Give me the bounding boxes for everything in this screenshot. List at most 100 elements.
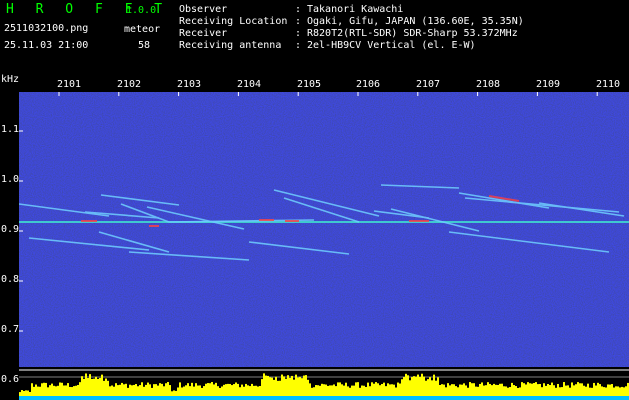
- info-key: Observer: [179, 4, 228, 15]
- activity-bar: [193, 386, 195, 396]
- activity-bar: [321, 383, 323, 396]
- activity-bar: [569, 387, 571, 396]
- activity-bar: [165, 383, 167, 396]
- activity-bar: [443, 384, 445, 396]
- activity-bar: [331, 385, 333, 396]
- activity-bar: [69, 386, 71, 396]
- activity-bar: [615, 386, 617, 396]
- activity-bar: [217, 386, 219, 396]
- activity-bar: [435, 380, 437, 396]
- activity-bar: [151, 387, 153, 396]
- activity-bar: [349, 387, 351, 396]
- activity-bar: [197, 385, 199, 396]
- activity-bar: [25, 390, 27, 396]
- activity-bar: [317, 385, 319, 396]
- activity-bar: [511, 382, 513, 396]
- activity-bar: [327, 385, 329, 396]
- activity-bar: [623, 387, 625, 396]
- activity-bar: [385, 386, 387, 396]
- activity-bar: [491, 385, 493, 396]
- activity-bar: [619, 387, 621, 396]
- activity-bar: [47, 387, 49, 396]
- activity-bar: [157, 385, 159, 396]
- activity-bar: [513, 385, 515, 396]
- activity-bar: [333, 384, 335, 396]
- activity-bar: [303, 375, 305, 396]
- activity-bar: [571, 382, 573, 396]
- activity-bar: [283, 376, 285, 396]
- activity-bar: [505, 386, 507, 396]
- activity-bar: [533, 383, 535, 396]
- activity-bar: [551, 382, 553, 396]
- activity-bar: [203, 386, 205, 396]
- activity-bar: [365, 386, 367, 396]
- activity-bar: [465, 385, 467, 396]
- activity-bar: [309, 383, 311, 396]
- activity-bar: [335, 386, 337, 396]
- activity-bar: [617, 386, 619, 396]
- activity-bar: [315, 385, 317, 396]
- activity-bar: [563, 382, 565, 396]
- activity-bar: [233, 384, 235, 396]
- activity-bar: [547, 383, 549, 396]
- info-value: Takanori Kawachi: [307, 4, 404, 15]
- activity-bar: [541, 387, 543, 396]
- activity-bar: [523, 383, 525, 396]
- activity-bar: [49, 385, 51, 396]
- activity-bar: [537, 384, 539, 396]
- spectrogram-plot[interactable]: [19, 92, 629, 400]
- activity-bar: [93, 378, 95, 396]
- x-tick-label: 2104: [237, 79, 262, 90]
- activity-bar: [255, 385, 257, 396]
- info-separator: :: [295, 4, 302, 15]
- activity-bar: [549, 385, 551, 396]
- activity-bar: [139, 385, 141, 396]
- activity-bar: [105, 378, 107, 396]
- activity-bar: [363, 385, 365, 396]
- activity-bar: [195, 383, 197, 396]
- activity-bar: [221, 386, 223, 396]
- activity-bar: [599, 384, 601, 396]
- activity-bar: [161, 383, 163, 396]
- activity-bar: [259, 386, 261, 396]
- activity-bar: [431, 380, 433, 396]
- info-separator: :: [295, 16, 302, 27]
- activity-bar: [111, 385, 113, 396]
- header: H R O F F T 1.0.0 2511032100.png meteor …: [0, 0, 629, 72]
- activity-bar: [215, 382, 217, 396]
- activity-bar: [453, 384, 455, 396]
- y-tick-label: 0.7: [1, 324, 20, 335]
- activity-bar: [41, 383, 43, 396]
- info-key: Receiving Location: [179, 16, 288, 27]
- x-tick-label: 2105: [297, 79, 322, 90]
- activity-bar: [223, 384, 225, 396]
- activity-bar: [389, 384, 391, 396]
- activity-bar: [173, 390, 175, 396]
- activity-bar: [229, 383, 231, 396]
- activity-bar: [201, 387, 203, 396]
- activity-bar: [177, 387, 179, 396]
- activity-bar: [65, 385, 67, 396]
- activity-bar: [169, 385, 171, 396]
- app-version: 1.0.0: [126, 5, 157, 16]
- activity-bar: [341, 384, 343, 396]
- activity-bar: [87, 378, 89, 396]
- activity-bar: [79, 382, 81, 396]
- activity-bar: [585, 386, 587, 396]
- activity-bar: [475, 386, 477, 396]
- activity-bar: [601, 386, 603, 396]
- activity-bar: [457, 387, 459, 396]
- activity-bar: [583, 385, 585, 396]
- info-location: Receiving Location: Ogaki, Gifu, JAPAN (1…: [179, 16, 524, 28]
- activity-bar: [433, 374, 435, 396]
- timestamp: 25.11.03 21:00: [4, 40, 89, 51]
- activity-bar: [565, 385, 567, 396]
- activity-bar: [459, 384, 461, 396]
- activity-bar: [611, 384, 613, 396]
- activity-bar: [19, 392, 21, 396]
- noise-texture: [19, 92, 629, 367]
- activity-bar: [461, 384, 463, 396]
- activity-bar: [269, 377, 271, 396]
- activity-bar: [485, 385, 487, 396]
- activity-bar: [411, 377, 413, 396]
